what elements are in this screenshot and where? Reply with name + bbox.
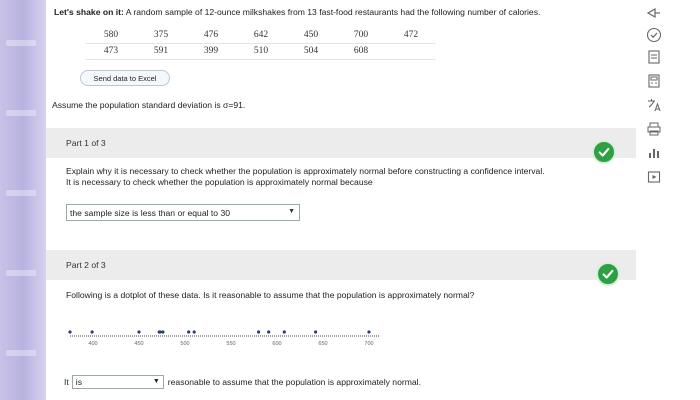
strip-decoration	[6, 270, 36, 276]
send-to-excel-button[interactable]: Send data to Excel	[80, 70, 170, 86]
dotplot-dot	[137, 330, 141, 334]
dotplot-ticks: 400 450 500 550 600 650 700	[88, 341, 373, 347]
part1-answer-dropdown[interactable]: the sample size is less than or equal to…	[66, 204, 300, 221]
table-cell: 472	[386, 27, 436, 44]
part1-body: Explain why it is necessary to check whe…	[66, 166, 606, 188]
table-cell: 399	[186, 43, 236, 60]
dropdown-arrow-icon: ▼	[152, 378, 160, 385]
part1-prompt: It is necessary to check whether the pop…	[66, 177, 373, 187]
dotplot-dot	[282, 330, 286, 334]
table-row: 473 591 399 510 504 608	[86, 43, 436, 60]
table-cell	[386, 43, 436, 60]
dotplot-tick-label: 700	[364, 341, 373, 347]
strip-decoration	[6, 110, 36, 116]
sigma-assumption: Assume the population standard deviation…	[52, 100, 246, 110]
dotplot-tick-label: 500	[180, 341, 189, 347]
calories-data-table: 580 375 476 642 450 700 472 473 591 399 …	[86, 27, 436, 60]
table-cell: 375	[136, 27, 186, 44]
table-cell: 504	[286, 43, 336, 60]
dropdown-arrow-icon: ▼	[288, 208, 295, 215]
part2-question: Following is a dotplot of these data. Is…	[66, 290, 475, 300]
question-panel: Let's shake on it: A random sample of 12…	[46, 0, 636, 400]
problem-intro-bold: Let's shake on it:	[54, 7, 124, 17]
part1-selected-value: the sample size is less than or equal to…	[70, 207, 231, 218]
part2-title: Part 2 of 3	[66, 260, 106, 270]
pin-icon[interactable]	[644, 4, 664, 22]
translate-icon[interactable]	[644, 96, 664, 114]
dotplot-dot	[68, 330, 72, 334]
problem-statement: Let's shake on it: A random sample of 12…	[54, 7, 634, 18]
right-toolbar	[636, 0, 700, 400]
table-cell: 580	[86, 27, 136, 44]
part2-answer-line: It is ▼ reasonable to assume that the po…	[64, 374, 421, 390]
doc-icon[interactable]	[644, 48, 664, 66]
dotplot-dot	[367, 330, 371, 334]
part2-answer-suffix: reasonable to assume that the population…	[167, 377, 421, 387]
dotplot-tick-label: 400	[88, 341, 97, 347]
dotplot-dot	[161, 330, 165, 334]
table-cell: 473	[86, 43, 136, 60]
part2-selected-value: is	[75, 377, 82, 387]
dotplot-tick-label: 550	[226, 341, 235, 347]
dotplot-dot	[90, 330, 94, 334]
part1-title: Part 1 of 3	[66, 138, 106, 148]
part1-question: Explain why it is necessary to check whe…	[66, 166, 545, 176]
dotplot-dot	[267, 330, 271, 334]
table-cell: 608	[336, 43, 386, 60]
part2-header: Part 2 of 3	[46, 250, 636, 280]
part1-header: Part 1 of 3	[46, 128, 636, 158]
table-row: 580 375 476 642 450 700 472	[86, 27, 436, 44]
video-icon[interactable]	[644, 168, 664, 186]
table-cell: 642	[236, 27, 286, 44]
dotplot-dot	[314, 330, 318, 334]
table-cell: 700	[336, 27, 386, 44]
dotplot-tick-label: 650	[318, 341, 327, 347]
left-decorative-strip	[0, 0, 46, 400]
table-cell: 591	[136, 43, 186, 60]
strip-decoration	[6, 40, 36, 46]
dotplot-tick-label: 600	[272, 341, 281, 347]
chart-icon[interactable]	[644, 144, 664, 162]
strip-decoration	[6, 190, 36, 196]
dotplot-tick-label: 450	[134, 341, 143, 347]
problem-intro-text: A random sample of 12-ounce milkshakes f…	[123, 7, 541, 17]
print-icon[interactable]	[644, 120, 664, 138]
table-cell: 450	[286, 27, 336, 44]
table-cell: 476	[186, 27, 236, 44]
check-circle-icon[interactable]	[644, 26, 664, 44]
strip-decoration	[6, 350, 36, 356]
part2-answer-dropdown[interactable]: is ▼	[71, 375, 164, 389]
dotplot-dots	[68, 330, 371, 334]
part2-answer-prefix: It	[64, 377, 69, 387]
table-cell: 510	[236, 43, 286, 60]
dotplot-dot	[192, 330, 196, 334]
dotplot-dot	[187, 330, 191, 334]
dotplot-dot	[257, 330, 261, 334]
calories-dotplot: 400 450 500 550 600 650 700	[68, 330, 380, 347]
dotplot-dot	[158, 330, 162, 334]
part2-correct-check-icon	[596, 262, 620, 286]
calculator-icon[interactable]	[644, 72, 664, 90]
part1-correct-check-icon	[592, 140, 616, 164]
